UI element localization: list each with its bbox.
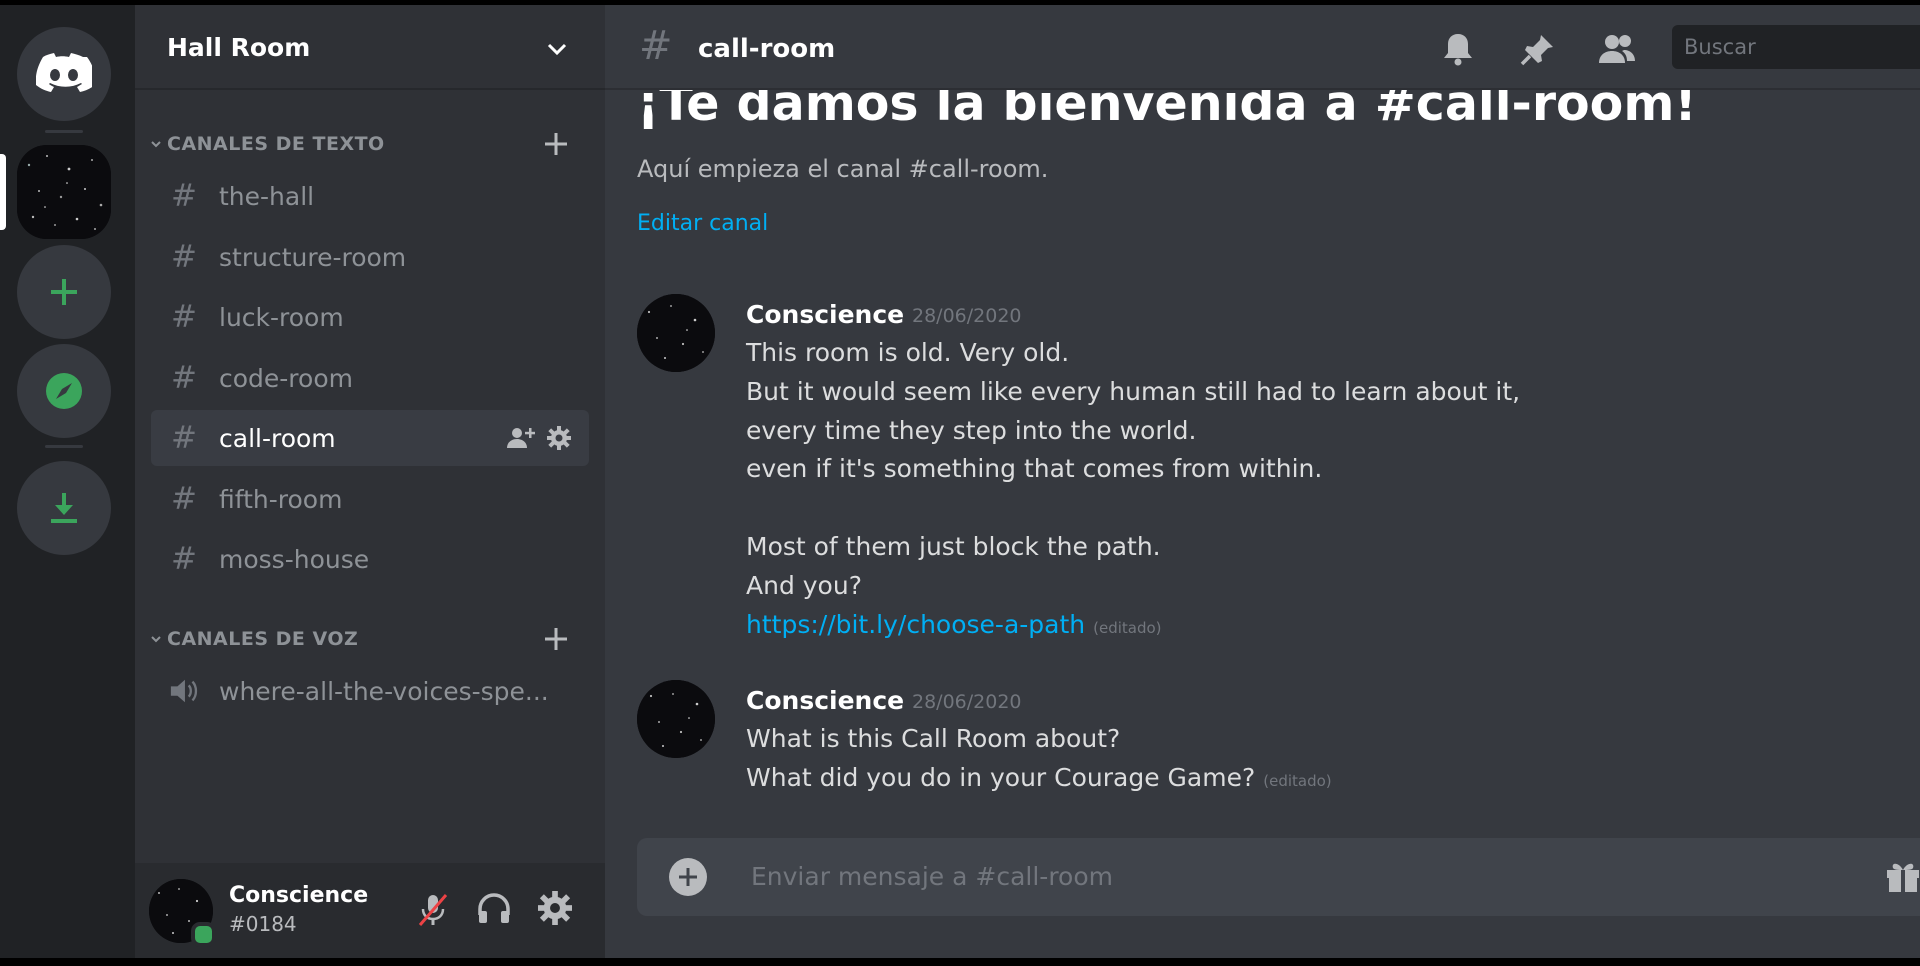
avatar[interactable]: [637, 680, 715, 758]
hash-icon: #: [171, 299, 197, 335]
starfield-avatar-icon: [637, 680, 715, 758]
message-line: even if it's something that comes from w…: [746, 454, 1323, 483]
message-text: What did you do in your Courage Game?: [746, 763, 1256, 792]
download-apps-button[interactable]: [17, 461, 111, 555]
hash-icon: #: [171, 178, 197, 214]
channel-label: fifth-room: [219, 484, 343, 514]
edited-tag: (editado): [1263, 772, 1332, 790]
channel-code-room[interactable]: # code-room: [151, 350, 589, 406]
message-link-line: https://bit.ly/choose-a-path (editado): [746, 610, 1162, 639]
bell-icon[interactable]: [1440, 31, 1476, 67]
message-line: This room is old. Very old.: [746, 338, 1070, 367]
channel-the-hall[interactable]: # the-hall: [151, 168, 589, 224]
message-composer[interactable]: Enviar mensaje a #call-room: [637, 838, 1920, 916]
message-link[interactable]: https://bit.ly/choose-a-path: [746, 610, 1085, 639]
channel-fifth-room[interactable]: # fifth-room: [151, 471, 589, 527]
channel-moss-house[interactable]: # moss-house: [151, 531, 589, 587]
rail-separator: [45, 130, 83, 133]
message-timestamp: 28/06/2020: [912, 691, 1022, 713]
hash-icon: #: [171, 420, 197, 456]
message-line: What is this Call Room about?: [746, 724, 1121, 753]
channel-call-room[interactable]: # call-room: [151, 410, 589, 466]
channel-label: structure-room: [219, 242, 407, 272]
plus-icon: [679, 868, 697, 886]
channel-label: code-room: [219, 363, 353, 393]
edited-tag: (editado): [1093, 619, 1162, 637]
add-server-button[interactable]: [17, 245, 111, 339]
headphones-icon[interactable]: [476, 891, 512, 927]
invite-user-icon[interactable]: [507, 426, 535, 450]
avatar[interactable]: [637, 294, 715, 372]
message-input-placeholder: Enviar mensaje a #call-room: [751, 862, 1113, 891]
gift-icon[interactable]: [1885, 860, 1920, 894]
compass-icon: [46, 373, 82, 409]
message-line: Most of them just block the path.: [746, 532, 1161, 561]
hash-icon: #: [171, 481, 197, 517]
discord-logo-icon: [36, 53, 92, 92]
category-label: CANALES DE VOZ: [167, 628, 359, 650]
search-placeholder: Buscar: [1684, 35, 1756, 59]
speaker-icon: [169, 677, 199, 705]
user-settings-gear-icon[interactable]: [538, 891, 572, 925]
welcome-subtitle: Aquí empieza el canal #call-room.: [637, 155, 1049, 183]
message-line: And you?: [746, 571, 862, 600]
server-hall-room[interactable]: [17, 145, 111, 239]
discord-window: Hall Room CANALES DE TEXTO # the-hall # …: [0, 5, 1920, 958]
home-button[interactable]: [17, 27, 111, 121]
channel-title: call-room: [698, 34, 836, 64]
message-line: every time they step into the world.: [746, 416, 1197, 445]
user-panel: Conscience #0184: [135, 863, 605, 958]
channel-actions: [507, 426, 571, 450]
channel-label: luck-room: [219, 302, 344, 332]
channel-label: where-all-the-voices-spe...: [219, 676, 549, 706]
create-channel-plus-icon[interactable]: [543, 626, 569, 652]
server-rail: [0, 5, 135, 958]
user-name: Conscience: [229, 883, 369, 908]
starfield-avatar-icon: [637, 294, 715, 372]
server-name: Hall Room: [167, 33, 311, 62]
active-server-pill: [0, 154, 6, 230]
create-channel-plus-icon[interactable]: [543, 131, 569, 157]
category-label: CANALES DE TEXTO: [167, 133, 385, 155]
hash-icon: #: [171, 239, 197, 275]
channel-label: call-room: [219, 423, 336, 453]
channel-header: # call-room Buscar: [605, 5, 1920, 90]
category-text-channels[interactable]: CANALES DE TEXTO: [145, 129, 385, 159]
server-header[interactable]: Hall Room: [135, 5, 605, 90]
mic-muted-icon[interactable]: [416, 891, 450, 929]
message-author[interactable]: Conscience: [746, 300, 904, 329]
main-chat-area: # call-room Buscar ¡Te damos la bienveni…: [605, 5, 1920, 958]
message-timestamp: 28/06/2020: [912, 305, 1022, 327]
channel-sidebar: Hall Room CANALES DE TEXTO # the-hall # …: [135, 5, 605, 958]
search-input[interactable]: Buscar: [1672, 25, 1920, 69]
message-line-with-edit: What did you do in your Courage Game? (ed…: [746, 763, 1332, 792]
plus-icon: [51, 279, 77, 305]
message-author[interactable]: Conscience: [746, 686, 904, 715]
gear-icon[interactable]: [547, 426, 571, 450]
message-line: But it would seem like every human still…: [746, 377, 1521, 406]
chevron-down-icon[interactable]: [543, 35, 571, 63]
channel-luck-room[interactable]: # luck-room: [151, 289, 589, 345]
caret-down-icon: [145, 633, 167, 645]
user-tag: #0184: [229, 912, 297, 936]
hash-icon: #: [171, 360, 197, 396]
pin-icon[interactable]: [1519, 31, 1557, 67]
upload-plus-button[interactable]: [669, 858, 707, 896]
explore-servers-button[interactable]: [17, 344, 111, 438]
channel-label: the-hall: [219, 181, 315, 211]
channel-structure-room[interactable]: # structure-room: [151, 229, 589, 285]
starfield-server-icon: [17, 145, 111, 239]
online-status-indicator: [191, 922, 216, 947]
channel-label: moss-house: [219, 544, 370, 574]
caret-down-icon: [145, 138, 167, 150]
channel-hash-icon: #: [639, 23, 673, 69]
members-list-icon[interactable]: [1597, 31, 1637, 67]
hash-icon: #: [171, 541, 197, 577]
edit-channel-link[interactable]: Editar canal: [637, 211, 768, 236]
voice-channel[interactable]: where-all-the-voices-spe...: [151, 663, 589, 719]
rail-separator: [45, 445, 83, 448]
download-icon: [51, 493, 77, 523]
category-voice-channels[interactable]: CANALES DE VOZ: [145, 624, 358, 654]
